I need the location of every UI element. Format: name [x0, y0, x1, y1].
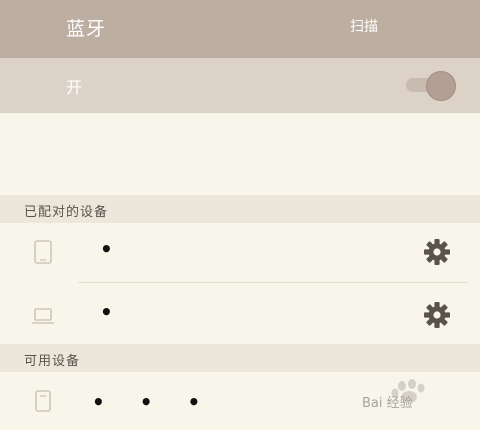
paired-device-row[interactable]: • — [0, 223, 480, 280]
phone-icon — [34, 240, 52, 264]
paired-device-name: • — [100, 237, 133, 261]
scan-button[interactable]: 扫描 — [350, 16, 378, 36]
row-divider — [78, 282, 468, 283]
app-header: 蓝牙 扫描 — [0, 0, 480, 58]
paired-device-name: • — [100, 300, 133, 324]
laptop-icon — [32, 308, 54, 324]
paired-device-row[interactable]: • — [0, 286, 480, 343]
watermark-text: Bai 经验 — [362, 396, 413, 411]
page-title: 蓝牙 — [66, 18, 107, 40]
device-icon — [35, 390, 51, 412]
available-device-name: • • • — [92, 390, 215, 414]
bluetooth-switch[interactable] — [404, 71, 458, 101]
switch-thumb[interactable] — [426, 71, 456, 101]
available-devices-header: 可用设备 — [0, 344, 480, 372]
paired-devices-title: 已配对的设备 — [24, 205, 109, 220]
available-devices-title: 可用设备 — [24, 354, 81, 369]
bluetooth-toggle-label: 开 — [66, 78, 83, 97]
gear-icon[interactable] — [422, 237, 452, 267]
bluetooth-toggle-row[interactable]: 开 — [0, 58, 480, 113]
paired-devices-header: 已配对的设备 — [0, 195, 480, 223]
gear-icon[interactable] — [422, 300, 452, 330]
